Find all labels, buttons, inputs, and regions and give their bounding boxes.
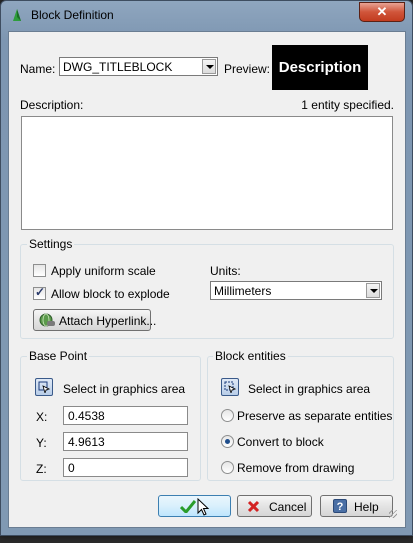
hyperlink-globe-icon [39,313,55,327]
preserve-entities-radio[interactable] [221,409,234,422]
cancel-button[interactable]: Cancel [237,495,312,517]
description-label: Description: [20,98,84,112]
z-value: 0 [68,461,75,475]
ok-button[interactable] [158,495,231,517]
z-label: Z: [36,462,47,476]
checkmark-icon [180,500,196,513]
base-point-select-label: Select in graphics area [63,382,186,396]
chevron-down-icon[interactable] [366,283,380,298]
base-point-pick-button[interactable] [35,378,53,396]
z-field[interactable]: 0 [63,458,188,477]
description-textarea[interactable] [21,116,393,230]
help-label: Help [354,500,379,514]
attach-hyperlink-label: Attach Hyperlink... [59,314,157,328]
pick-point-icon [38,381,50,393]
units-value: Millimeters [214,284,272,298]
title-bar[interactable]: Block Definition ✕ [1,1,412,29]
cancel-x-icon [247,500,260,513]
base-point-title: Base Point [27,349,90,363]
allow-explode-checkbox[interactable] [33,285,46,300]
resize-grip[interactable] [389,510,397,518]
remove-from-drawing-radio[interactable] [221,461,234,474]
x-field[interactable]: 0.4538 [63,406,188,425]
close-button[interactable]: ✕ [359,2,405,22]
mouse-cursor-icon [197,498,210,516]
y-value: 4.9613 [68,435,105,449]
window-title: Block Definition [31,8,114,22]
units-label: Units: [210,264,241,278]
uniform-scale-label: Apply uniform scale [51,264,156,278]
name-combobox[interactable]: DWG_TITLEBLOCK [59,57,218,76]
preserve-entities-label: Preserve as separate entities [237,409,393,423]
remove-from-drawing-label: Remove from drawing [237,461,355,475]
block-definition-window: Block Definition ✕ Name: DWG_TITLEBLOCK … [0,0,413,536]
chevron-down-icon[interactable] [202,59,216,74]
cancel-label: Cancel [269,500,307,514]
attach-hyperlink-button[interactable]: Attach Hyperlink... [33,309,156,331]
x-label: X: [36,410,48,424]
select-entities-icon [224,381,236,393]
settings-title: Settings [27,237,75,251]
entity-count-text: 1 entity specified. [301,98,394,112]
y-label: Y: [36,436,47,450]
app-logo-icon [13,9,21,21]
uniform-scale-checkbox[interactable] [33,264,46,277]
help-question-icon: ? [333,499,347,513]
block-entities-select-label: Select in graphics area [248,382,371,396]
preview-text: Description [278,59,362,76]
units-dropdown[interactable]: Millimeters [210,281,382,300]
name-value: DWG_TITLEBLOCK [63,60,173,74]
block-entities-title: Block entities [213,349,288,363]
allow-explode-label: Allow block to explode [51,287,170,301]
help-button[interactable]: ? Help [320,495,393,517]
convert-to-block-label: Convert to block [237,435,324,449]
x-value: 0.4538 [68,409,105,423]
preview-label: Preview: [224,62,271,76]
convert-to-block-radio[interactable] [221,435,234,448]
preview-panel: Description [272,45,368,90]
dialog-body: Name: DWG_TITLEBLOCK Preview: Descriptio… [8,31,406,528]
y-field[interactable]: 4.9613 [63,432,188,451]
block-entities-pick-button[interactable] [221,378,239,396]
name-label: Name: [20,62,56,76]
